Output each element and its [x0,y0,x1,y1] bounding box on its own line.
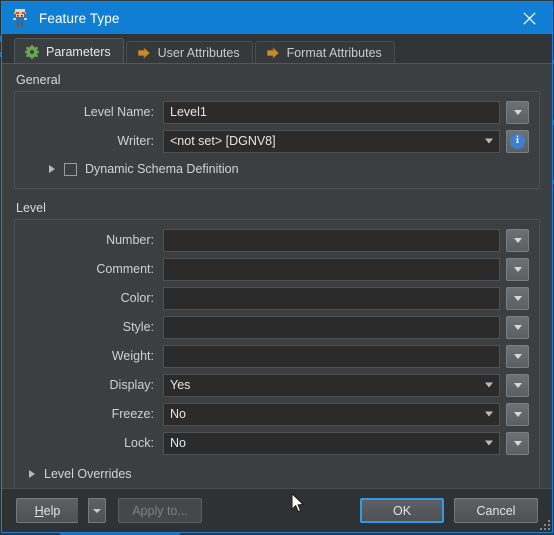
display-select[interactable]: Yes [163,373,500,397]
color-dropdown-button[interactable] [506,286,529,310]
title-bar: Feature Type [2,2,552,34]
writer-info-button[interactable]: i [506,129,529,153]
level-name-input[interactable]: Level1 [163,100,500,124]
chevron-down-icon [513,266,522,272]
help-button-mnemonic: H [34,503,44,518]
screen: Feature Type Parameters User Attributes … [0,0,554,535]
chevron-down-icon [485,382,493,388]
color-row: Color: [23,286,529,310]
help-split-button: Help [16,498,106,523]
apply-to-button[interactable]: Apply to... [118,498,202,523]
style-label: Style: [122,320,154,334]
writer-select-value: <not set> [DGNV8] [170,134,276,148]
dynamic-schema-row: Dynamic Schema Definition [23,158,529,180]
feature-type-dialog: Feature Type Parameters User Attributes … [1,1,553,533]
display-label: Display: [109,378,154,392]
number-row: Number: [23,228,529,252]
freeze-select[interactable]: No [163,402,500,426]
display-select-value: Yes [170,378,191,392]
comment-dropdown-button[interactable] [506,257,529,281]
chevron-down-icon [513,324,522,330]
arrow-right-icon [266,47,279,59]
resize-grip[interactable] [538,518,550,530]
style-dropdown-button[interactable] [506,315,529,339]
weight-label: Weight: [111,349,154,363]
close-icon[interactable] [506,2,552,34]
help-button-label: elp [43,503,61,518]
feature-type-icon [9,7,31,29]
style-input[interactable] [163,315,500,339]
lock-dropdown-button[interactable] [506,431,529,455]
chevron-down-icon [513,237,522,243]
style-row: Style: [23,315,529,339]
chevron-down-icon [513,382,522,388]
tab-user-attributes-label: User Attributes [157,46,240,60]
tab-format-attributes[interactable]: Format Attributes [254,41,395,64]
tab-format-attributes-label: Format Attributes [286,46,382,60]
window-title: Feature Type [39,10,120,26]
level-overrides-row: Level Overrides [23,463,529,485]
comment-label: Comment: [96,262,154,276]
freeze-row: Freeze: No [23,402,529,426]
tab-bar: Parameters User Attributes Format Attrib… [2,34,552,64]
display-row: Display: Yes [23,373,529,397]
gear-icon [25,44,39,59]
tab-parameters[interactable]: Parameters [14,38,124,64]
chevron-down-icon [513,440,522,446]
dialog-button-bar: Help Apply to... OK Cancel [2,488,552,532]
chevron-right-icon[interactable] [49,165,55,173]
display-dropdown-button[interactable] [506,373,529,397]
comment-input[interactable] [163,257,500,281]
chevron-down-icon [513,411,522,417]
dynamic-schema-label: Dynamic Schema Definition [85,162,239,176]
level-name-dropdown-button[interactable] [506,100,529,124]
number-dropdown-button[interactable] [506,228,529,252]
ok-button[interactable]: OK [360,498,444,523]
level-name-label: Level Name: [83,105,154,119]
arrow-right-icon [137,47,150,59]
dynamic-schema-checkbox[interactable] [64,162,77,176]
help-button[interactable]: Help [16,498,78,523]
level-group-label: Level [16,201,46,215]
freeze-select-value: No [170,407,186,421]
tab-user-attributes[interactable]: User Attributes [125,41,253,64]
color-input[interactable] [163,286,500,310]
lock-select[interactable]: No [163,431,500,455]
writer-select[interactable]: <not set> [DGNV8] [163,129,500,153]
cancel-button[interactable]: Cancel [454,498,538,523]
number-label: Number: [106,233,154,247]
writer-label: Writer: [117,134,154,148]
level-name-row: Level Name: Level1 [23,100,529,124]
general-group-label: General [16,73,61,87]
number-input[interactable] [163,228,500,252]
freeze-label: Freeze: [111,407,154,421]
chevron-down-icon [513,109,522,115]
parameters-panel: General Level Name: Level1 Writer: <not … [2,63,552,488]
weight-row: Weight: [23,344,529,368]
writer-row: Writer: <not set> [DGNV8] i [23,129,529,153]
weight-dropdown-button[interactable] [506,344,529,368]
level-overrides-label: Level Overrides [44,467,132,481]
chevron-down-icon [93,508,101,513]
level-group-body: Number: Comment: Color: Style: Weight: D… [14,219,540,488]
tab-parameters-label: Parameters [46,44,111,59]
lock-select-value: No [170,436,186,450]
chevron-down-icon [485,138,493,144]
freeze-dropdown-button[interactable] [506,402,529,426]
chevron-down-icon [513,295,522,301]
chevron-down-icon [485,411,493,417]
chevron-down-icon [485,440,493,446]
lock-label: Lock: [124,436,154,450]
help-dropdown-button[interactable] [88,498,106,523]
lock-row: Lock: No [23,431,529,455]
level-group: Level Number: Comment: Color: Style: Wei… [14,201,540,488]
color-label: Color: [120,291,154,305]
comment-row: Comment: [23,257,529,281]
chevron-down-icon [513,353,522,359]
weight-input[interactable] [163,344,500,368]
general-group-body: Level Name: Level1 Writer: <not set> [DG… [14,91,540,189]
chevron-right-icon[interactable] [29,470,35,478]
info-icon: i [510,133,525,149]
general-group: General Level Name: Level1 Writer: <not … [14,73,540,189]
